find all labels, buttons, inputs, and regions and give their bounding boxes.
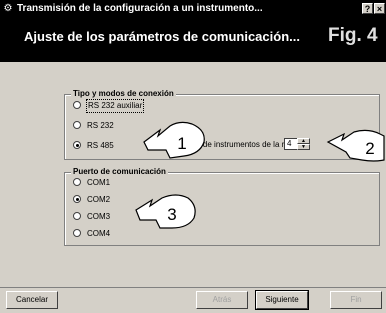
- radio-button[interactable]: [73, 101, 81, 109]
- port-group: Puerto de comunicación COM1 COM2 COM3 CO…: [64, 166, 380, 246]
- wizard-header: Ajuste de los parámetros de comunicación…: [0, 18, 386, 62]
- wizard-window: ⚙ Transmisión de la configuración a un i…: [0, 0, 386, 313]
- radio-button-selected[interactable]: [73, 141, 81, 149]
- radio-label: COM2: [87, 195, 111, 204]
- next-button[interactable]: Siguiente: [255, 290, 309, 310]
- page-title: Ajuste de los parámetros de comunicación…: [24, 29, 300, 44]
- finish-button[interactable]: Fin: [330, 291, 382, 309]
- port-legend: Puerto de comunicación: [71, 166, 168, 178]
- radio-button-selected[interactable]: [73, 195, 81, 203]
- app-icon: ⚙: [3, 3, 13, 14]
- callout-arrow-1: 1: [143, 121, 205, 159]
- callout-number-2: 2: [365, 139, 374, 158]
- callout-number-3: 3: [167, 205, 176, 224]
- close-button[interactable]: ×: [374, 3, 385, 14]
- radio-label: COM1: [87, 178, 111, 187]
- spin-down-icon[interactable]: ▼: [297, 144, 310, 150]
- radio-button[interactable]: [73, 212, 81, 220]
- figure-label: Fig. 4: [328, 25, 378, 46]
- radio-button[interactable]: [73, 229, 81, 237]
- radio-button[interactable]: [73, 121, 81, 129]
- callout-arrow-2: 2: [326, 129, 385, 162]
- instruments-count-spinner[interactable]: ▲ ▼: [297, 138, 310, 150]
- radio-label: RS 485: [87, 141, 114, 150]
- window-title: Transmisión de la configuración a un ins…: [17, 3, 263, 14]
- radio-label: COM3: [87, 212, 111, 221]
- callout-number-1: 1: [177, 134, 186, 153]
- title-bar: ⚙ Transmisión de la configuración a un i…: [0, 0, 386, 18]
- help-button[interactable]: ?: [362, 3, 373, 14]
- cancel-button[interactable]: Cancelar: [6, 291, 58, 309]
- connection-type-legend: Tipo y modos de conexión: [71, 88, 176, 100]
- radio-label: COM4: [87, 229, 111, 238]
- footer-divider: [0, 287, 386, 288]
- radio-label: RS 232: [87, 121, 114, 130]
- radio-label: RS 232 auxiliar: [85, 99, 145, 113]
- radio-button[interactable]: [73, 178, 81, 186]
- back-button[interactable]: Atrás: [196, 291, 248, 309]
- callout-arrow-3: 3: [135, 194, 196, 229]
